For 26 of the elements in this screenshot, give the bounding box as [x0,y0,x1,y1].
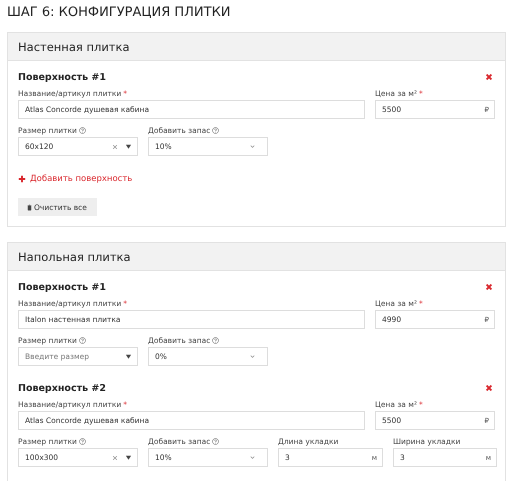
chevron-down-icon[interactable] [249,454,256,461]
dropdown-arrow-icon[interactable] [125,353,132,360]
section-title: Настенная плитка [18,40,130,54]
help-icon[interactable] [212,127,220,134]
remove-icon[interactable] [485,283,493,291]
help-icon[interactable] [78,337,86,344]
help-icon[interactable] [212,337,220,344]
clear-icon[interactable] [112,454,118,460]
trash-icon [27,204,32,210]
remove-icon[interactable] [485,384,493,392]
clear-icon[interactable] [112,144,118,150]
surface-title: Поверхность #2 [18,382,106,394]
page-title: ШАГ 6: КОНФИГУРАЦИЯ ПЛИТКИ [7,4,232,22]
help-icon[interactable] [212,438,220,445]
help-icon[interactable] [78,438,86,445]
chevron-down-icon[interactable] [249,353,256,360]
help-icon[interactable] [78,127,86,134]
remove-icon[interactable] [485,73,493,81]
section-title: Напольная плитка [18,250,131,264]
add-surface-link[interactable]: Добавить поверхность [30,174,132,184]
surface-title: Поверхность #1 [18,282,106,292]
dropdown-arrow-icon[interactable] [125,454,132,461]
plus-icon[interactable] [18,175,26,183]
surface-title: Поверхность #1 [18,72,106,82]
chevron-down-icon[interactable] [249,143,256,150]
dropdown-arrow-icon[interactable] [125,143,132,150]
